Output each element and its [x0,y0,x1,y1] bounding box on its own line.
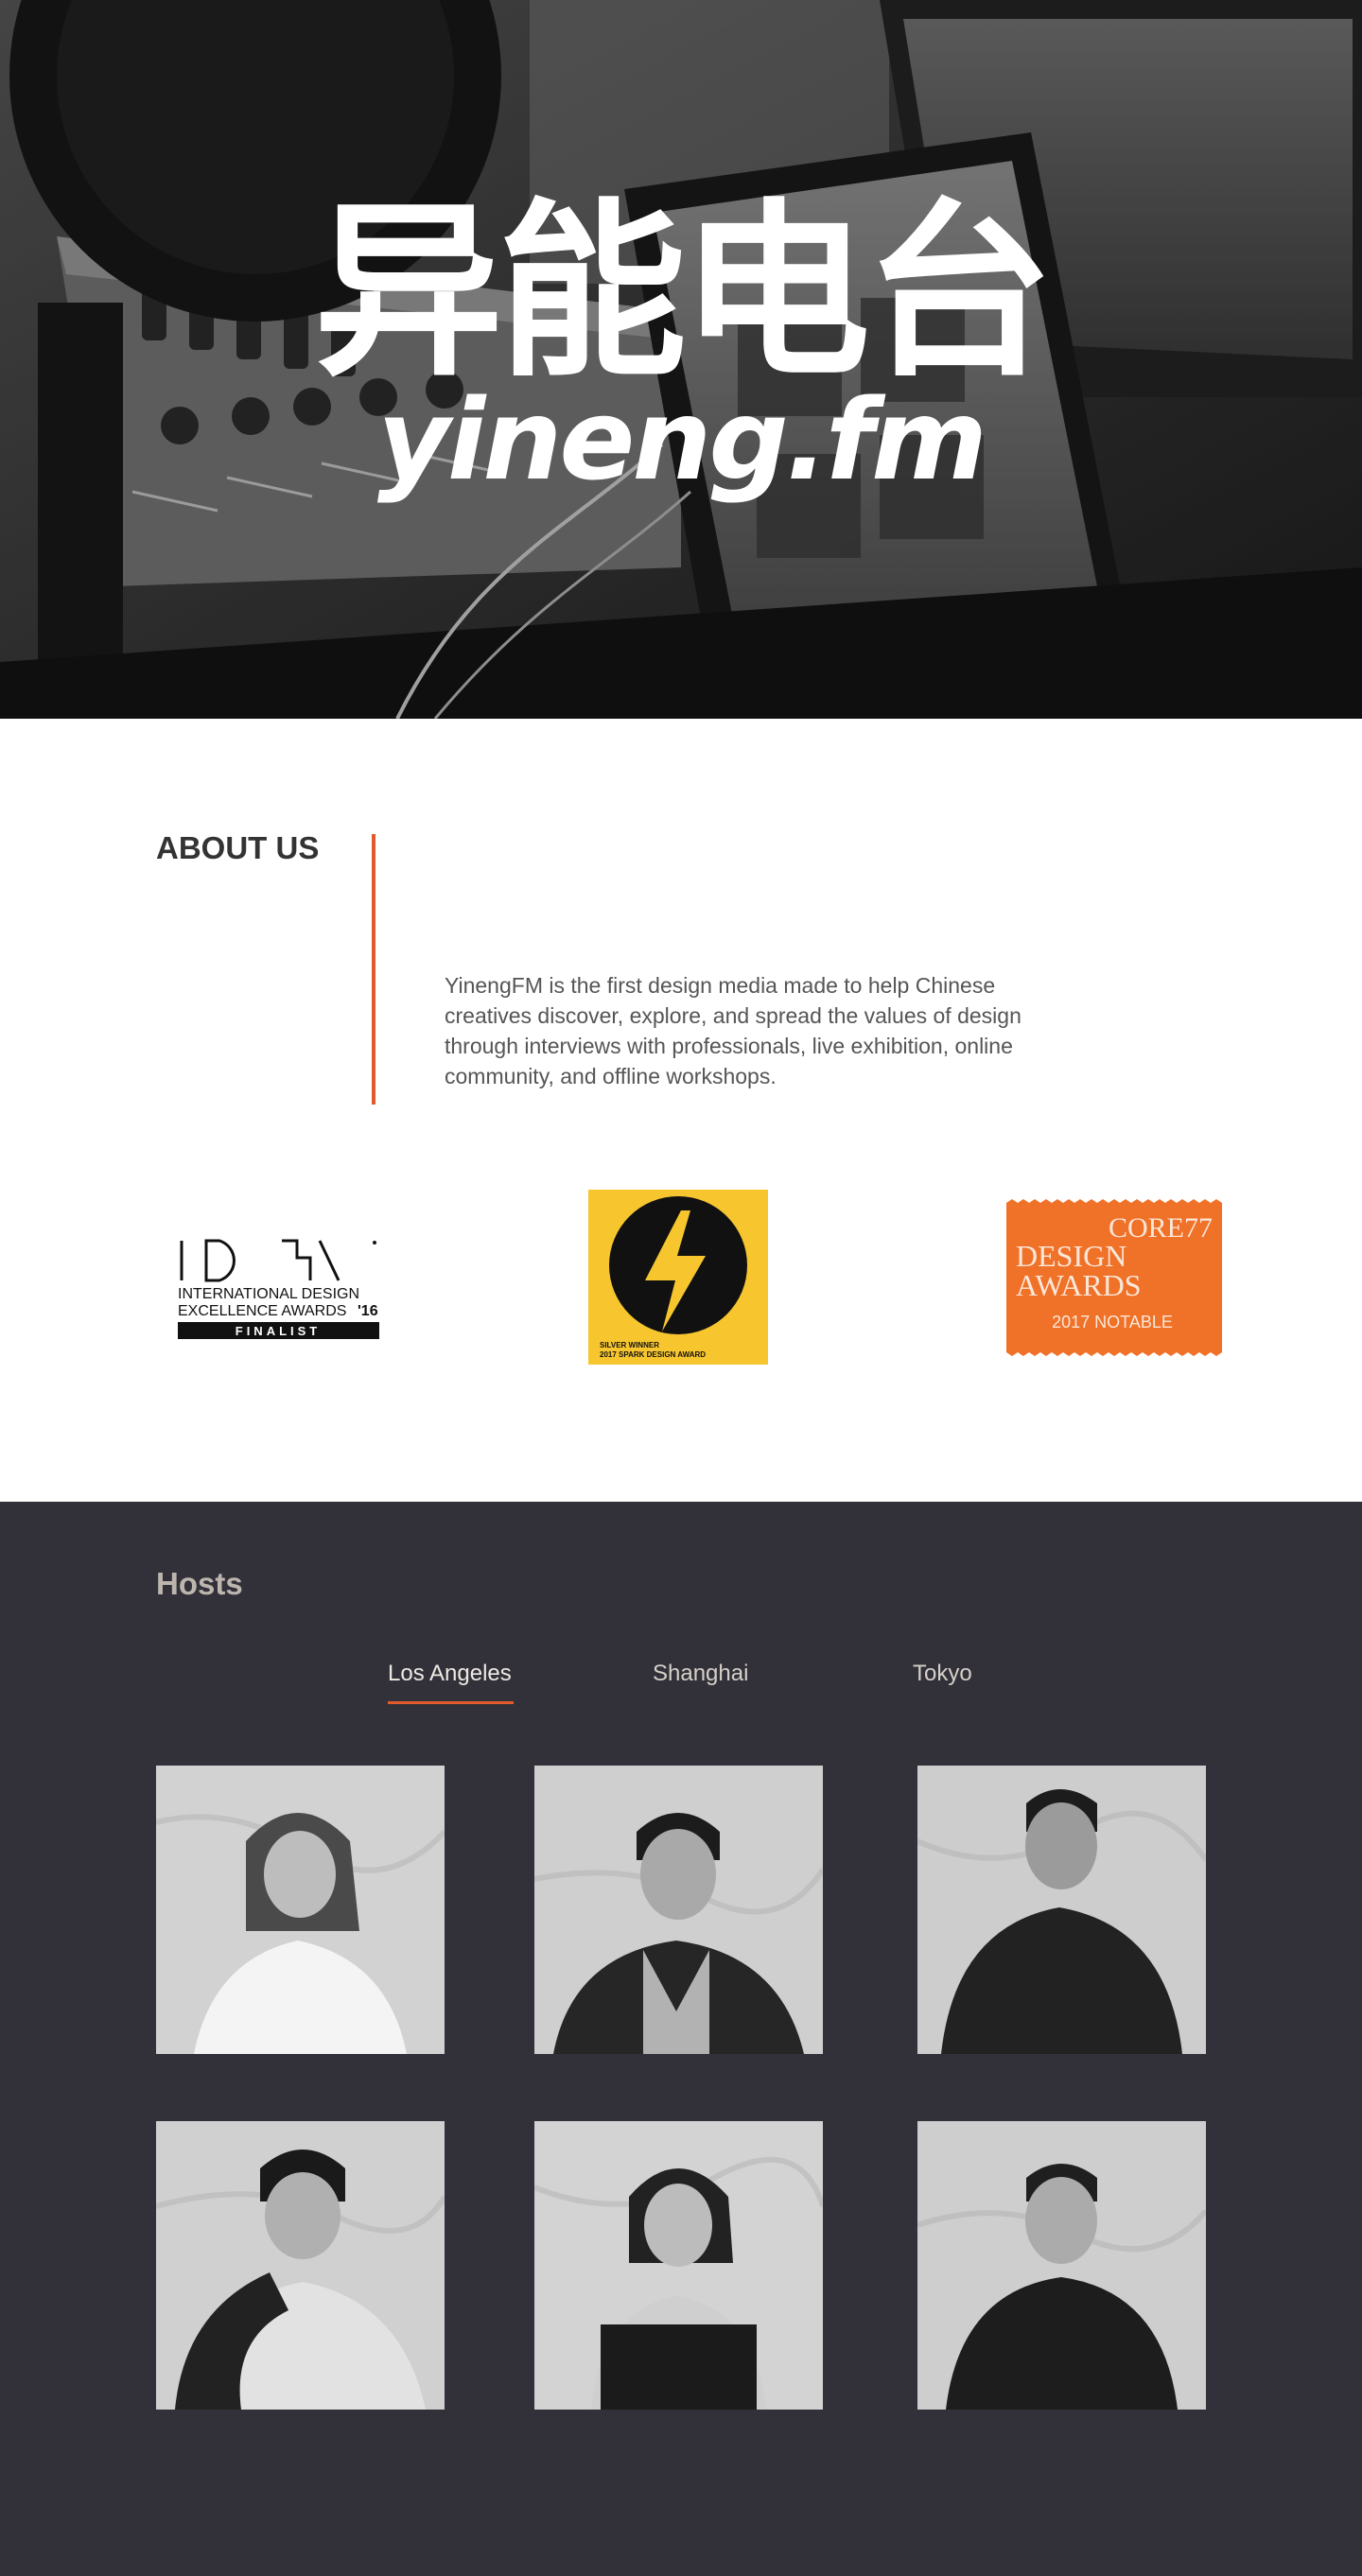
host-portrait-image [917,2121,1206,2410]
spark-award-logo: SILVER WINNER 2017 SPARK DESIGN AWARD [588,1190,768,1365]
host-photo-2[interactable] [534,1766,823,2054]
hosts-section: Hosts Los Angeles Shanghai Tokyo [0,1502,1362,2576]
core77-award-line3: AWARDS [1016,1268,1142,1302]
tab-los-angeles[interactable]: Los Angeles [388,1661,514,1704]
idea-award-year: '16 [358,1303,378,1319]
host-portrait-image [534,1766,823,2054]
about-description: YinengFM is the first design media made … [445,973,1022,1088]
host-photo-3[interactable] [917,1766,1206,2054]
spark-award-line1: SILVER WINNER [600,1341,659,1349]
idea-award-line1: INTERNATIONAL DESIGN [178,1286,359,1302]
site-title-english: yineng.fm [377,374,987,505]
core77-award-line4: 2017 NOTABLE [1052,1313,1173,1332]
host-portrait-image [156,2121,445,2410]
hosts-heading: Hosts [156,1566,243,1601]
host-portrait-image [534,2121,823,2410]
hero-banner: 异能电台 yineng.fm [0,0,1362,719]
idea-award-badge: FINALIST [236,1324,322,1338]
idea-award-line2: EXCELLENCE AWARDS [178,1303,346,1319]
tab-shanghai[interactable]: Shanghai [653,1661,757,1704]
host-photo-1[interactable] [156,1766,445,2054]
about-divider [372,834,375,1105]
about-heading: ABOUT US [156,830,320,865]
tab-tokyo[interactable]: Tokyo [913,1661,988,1704]
host-portrait-image [917,1766,1206,2054]
spark-award-line2: 2017 SPARK DESIGN AWARD [600,1350,706,1359]
host-photo-5[interactable] [534,2121,823,2410]
host-photo-4[interactable] [156,2121,445,2410]
host-portrait-image [156,1766,445,2054]
core77-award-logo: CORE77 DESIGN AWARDS 2017 NOTABLE [1003,1199,1225,1356]
site-title-chinese: 异能电台 [313,183,1054,403]
host-photo-6[interactable] [917,2121,1206,2410]
idea-award-logo: INTERNATIONAL DESIGN EXCELLENCE AWARDS '… [178,1237,381,1341]
